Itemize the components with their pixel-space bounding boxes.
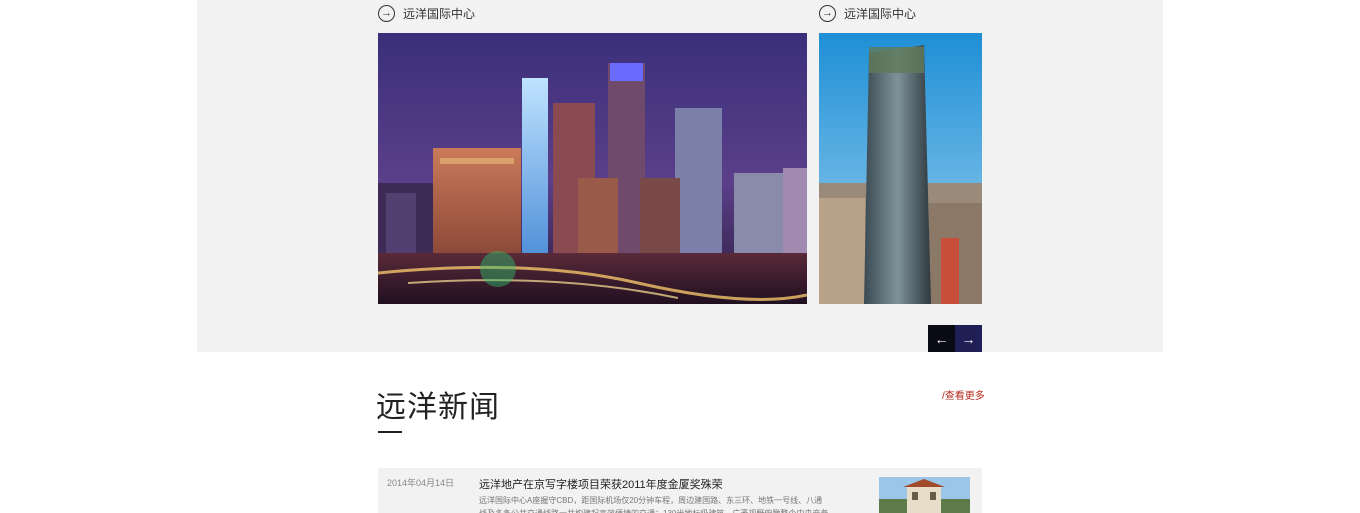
arrow-right-circle-icon: → xyxy=(378,4,395,22)
arrow-right-circle-icon: → xyxy=(819,4,836,22)
title-underline xyxy=(378,431,402,433)
news-summary: 远洋国际中心A座握守CBD，距国际机场仅20分钟车程，周边建国路、东三环、地铁一… xyxy=(479,496,828,513)
news-item[interactable]: 2014年04月14日 远洋地产在京写字楼项目荣获2011年度金厦奖殊荣 远洋国… xyxy=(378,468,982,513)
project-photo-night-skyline[interactable] xyxy=(378,33,807,304)
carousel-prev-button[interactable]: ← xyxy=(928,325,955,352)
carousel-next-button[interactable]: → xyxy=(955,325,982,352)
project-heading-2[interactable]: → 远洋国际中心 xyxy=(819,4,916,22)
news-date: 2014年04月14日 xyxy=(387,478,455,488)
news-headline[interactable]: 远洋地产在京写字楼项目荣获2011年度金厦奖殊荣 xyxy=(479,476,723,492)
project-heading-1[interactable]: → 远洋国际中心 xyxy=(378,4,475,22)
view-more-link[interactable]: /查看更多 xyxy=(942,387,985,402)
project-label: 远洋国际中心 xyxy=(844,6,917,21)
news-thumbnail[interactable] xyxy=(879,477,970,513)
project-photo-day-tower[interactable] xyxy=(819,33,982,304)
project-label: 远洋国际中心 xyxy=(403,6,476,21)
news-section-title: 远洋新闻 xyxy=(376,390,500,425)
